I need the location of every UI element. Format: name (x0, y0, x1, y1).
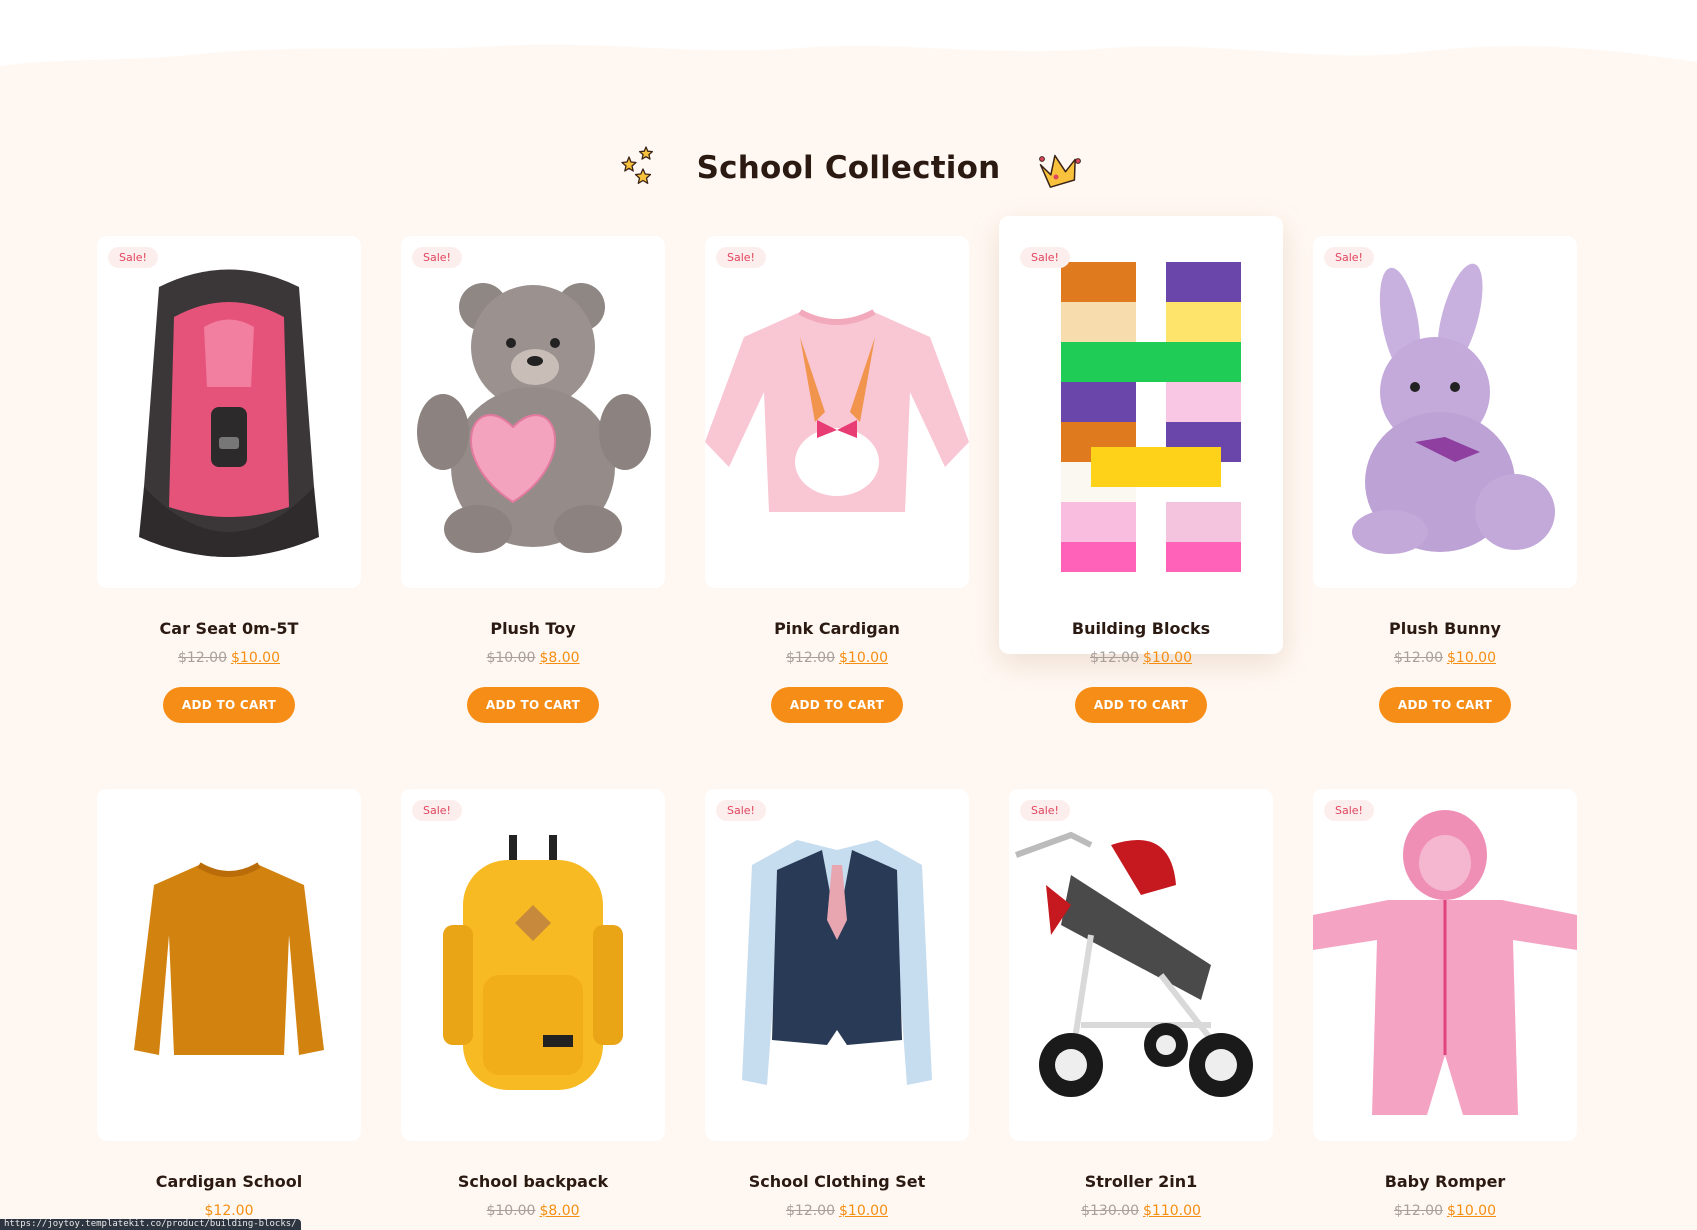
regular-price: $12.00 (786, 650, 835, 666)
sale-price: $8.00 (539, 650, 580, 666)
sale-price: $8.00 (539, 1203, 580, 1219)
product-title[interactable]: Cardigan School (97, 1172, 361, 1191)
product-card: Sale! School backpack $10.00 $8.00 (401, 789, 665, 1219)
product-card: Sale! Plush Bunny $12.00 $10.00 ADD TO CA… (1313, 236, 1577, 723)
regular-price: $130.00 (1081, 1203, 1139, 1219)
product-title[interactable]: School Clothing Set (705, 1172, 969, 1191)
product-image-link[interactable]: Sale! (401, 789, 665, 1141)
product-card: Sale! Building Blocks $12.00 $10.00 ADD … (999, 216, 1283, 723)
product-card: Sale! Baby Romper $12.00 $10.00 (1313, 789, 1577, 1219)
product-image-link[interactable]: Sale! (705, 236, 969, 588)
stars-icon (620, 146, 653, 184)
product-grid: Sale! Car Seat 0m-5T $12.00 $10.00 ADD TO… (97, 216, 1577, 1219)
product-price: $10.00 $8.00 (401, 650, 665, 666)
product-image-link[interactable]: Sale! (1313, 236, 1577, 588)
sale-price: $110.00 (1143, 1203, 1201, 1219)
regular-price: $12.00 (1090, 650, 1139, 666)
product-image-link[interactable]: Sale! (705, 789, 969, 1141)
product-title[interactable]: Plush Toy (401, 619, 665, 638)
teddy-bear-image (417, 283, 651, 553)
product-title[interactable]: Baby Romper (1313, 1172, 1577, 1191)
sale-price: $10.00 (1447, 650, 1496, 666)
sale-price: $10.00 (1143, 650, 1192, 666)
browser-status-bar: https://joytoy.templatekit.co/product/bu… (0, 1219, 301, 1230)
sale-price: $10.00 (839, 1203, 888, 1219)
product-title[interactable]: Pink Cardigan (705, 619, 969, 638)
product-image-link[interactable]: Sale! (1313, 789, 1577, 1141)
product-price: $12.00 $10.00 (1009, 650, 1273, 666)
sale-badge: Sale! (1020, 247, 1070, 268)
product-title[interactable]: Car Seat 0m-5T (97, 619, 361, 638)
stroller-image (1014, 831, 1253, 1097)
product-image-link[interactable] (97, 789, 361, 1141)
product-title[interactable]: School backpack (401, 1172, 665, 1191)
sale-badge: Sale! (1020, 800, 1070, 821)
product-card: Sale! Stroller 2in1 $130.00 $110.00 (1009, 789, 1273, 1219)
sale-badge: Sale! (1324, 247, 1374, 268)
sale-badge: Sale! (412, 247, 462, 268)
backpack-image (443, 835, 623, 1090)
sale-price: $10.00 (839, 650, 888, 666)
add-to-cart-button[interactable]: ADD TO CART (467, 687, 599, 723)
sale-price: $10.00 (231, 650, 280, 666)
regular-price: $12.00 (178, 650, 227, 666)
product-price: $10.00 $8.00 (401, 1203, 665, 1219)
product-price: $12.00 (97, 1203, 361, 1219)
sale-badge: Sale! (412, 800, 462, 821)
product-card: Sale! School Clothing Set $12.00 $10.00 (705, 789, 969, 1219)
regular-price: $12.00 (786, 1203, 835, 1219)
add-to-cart-button[interactable]: ADD TO CART (1075, 687, 1207, 723)
plush-bunny-image (1352, 263, 1555, 554)
sale-badge: Sale! (108, 247, 158, 268)
add-to-cart-button[interactable]: ADD TO CART (771, 687, 903, 723)
product-card: Cardigan School $12.00 (97, 789, 361, 1219)
product-price-value: $12.00 (204, 1203, 254, 1219)
orange-sweater-image (134, 862, 324, 1055)
product-card: Sale! Plush Toy $10.00 $8.00 ADD TO CART (401, 236, 665, 723)
product-image-link[interactable]: Sale! (1009, 236, 1273, 588)
product-title[interactable]: Plush Bunny (1313, 619, 1577, 638)
sale-badge: Sale! (716, 247, 766, 268)
regular-price: $12.00 (1394, 1203, 1443, 1219)
pink-romper-image (1313, 810, 1577, 1115)
building-blocks-image (1061, 262, 1241, 572)
product-price: $130.00 $110.00 (1009, 1203, 1273, 1219)
product-image-link[interactable]: Sale! (1009, 789, 1273, 1141)
add-to-cart-button[interactable]: ADD TO CART (163, 687, 295, 723)
regular-price: $10.00 (486, 1203, 536, 1219)
product-price: $12.00 $10.00 (1313, 650, 1577, 666)
sale-badge: Sale! (716, 800, 766, 821)
sale-badge: Sale! (1324, 800, 1374, 821)
product-price: $12.00 $10.00 (97, 650, 361, 666)
vest-suit-image (742, 840, 932, 1085)
car-seat-image (139, 269, 319, 557)
regular-price: $12.00 (1394, 650, 1443, 666)
sale-price: $10.00 (1447, 1203, 1496, 1219)
wave-header-band (0, 0, 1697, 66)
section-title: School Collection (696, 150, 1001, 186)
add-to-cart-button[interactable]: ADD TO CART (1379, 687, 1511, 723)
product-title[interactable]: Stroller 2in1 (1009, 1172, 1273, 1191)
product-price: $12.00 $10.00 (705, 650, 969, 666)
product-image-link[interactable]: Sale! (401, 236, 665, 588)
pink-sweater-image (705, 309, 969, 512)
product-card: Sale! Pink Cardigan $12.00 $10.00 ADD TO … (705, 236, 969, 723)
regular-price: $10.00 (486, 650, 536, 666)
crown-icon (1039, 154, 1082, 188)
product-card: Sale! Car Seat 0m-5T $12.00 $10.00 ADD TO… (97, 236, 361, 723)
product-title[interactable]: Building Blocks (1009, 619, 1273, 638)
product-price: $12.00 $10.00 (705, 1203, 969, 1219)
product-price: $12.00 $10.00 (1313, 1203, 1577, 1219)
section-header: School Collection (0, 138, 1697, 198)
product-image-link[interactable]: Sale! (97, 236, 361, 588)
